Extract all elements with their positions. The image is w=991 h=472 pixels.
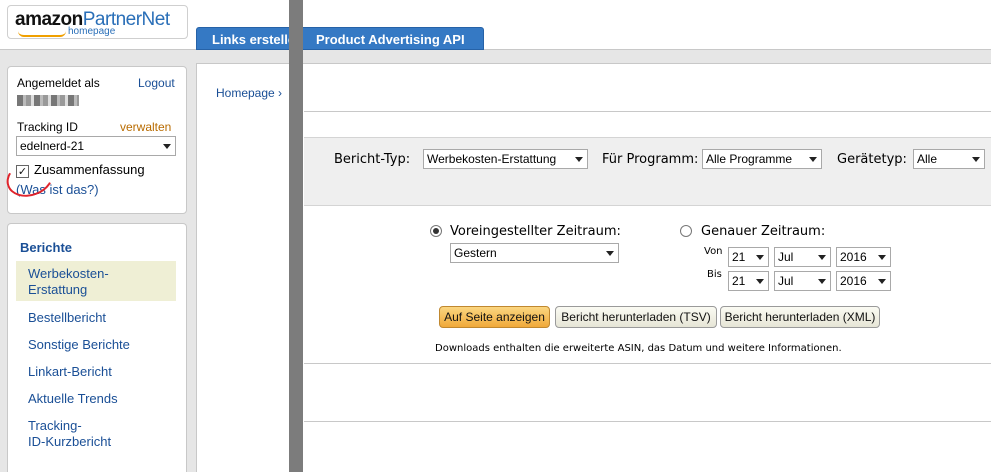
- chevron-down-icon: [818, 279, 826, 284]
- to-day-select[interactable]: 21: [728, 271, 769, 291]
- logo-homepage-text: homepage: [68, 26, 116, 37]
- chevron-down-icon: [878, 255, 886, 260]
- from-month-select[interactable]: Jul: [774, 247, 831, 267]
- amazon-smile-icon: [18, 31, 66, 37]
- program-label: Für Programm:: [602, 152, 699, 167]
- program-select[interactable]: Alle Programme: [702, 149, 822, 169]
- download-note: Downloads enthalten die erweiterte ASIN,…: [435, 343, 842, 354]
- account-panel: Angemeldet als Logout Tracking ID verwal…: [1, 66, 187, 214]
- chevron-down-icon: [809, 157, 817, 162]
- report-type-label: Bericht-Typ:: [334, 152, 411, 167]
- tab-product-advertising-api[interactable]: Product Advertising API: [300, 27, 484, 50]
- logged-in-label: Angemeldet als: [17, 76, 100, 90]
- preset-period-radio[interactable]: [430, 225, 442, 237]
- report-type-select[interactable]: Werbekosten-Erstattung: [423, 149, 588, 169]
- tracking-id-label: Tracking ID: [17, 120, 78, 134]
- breadcrumb[interactable]: Homepage ›: [216, 86, 282, 100]
- device-type-label: Gerätetyp:: [837, 152, 907, 167]
- from-label: Von: [704, 246, 723, 257]
- device-type-select[interactable]: Alle: [913, 149, 985, 169]
- download-tsv-button[interactable]: Bericht herunterladen (TSV): [555, 306, 717, 328]
- tracking-id-select[interactable]: edelnerd-21: [16, 136, 176, 156]
- main-content: [196, 63, 991, 472]
- sidebar-item-sonstige-berichte[interactable]: Sonstige Berichte: [16, 337, 176, 353]
- reports-title: Berichte: [20, 240, 73, 255]
- tab-links-erstellen[interactable]: Links erstellen: [196, 27, 296, 50]
- to-label: Bis: [707, 269, 722, 280]
- to-month-select[interactable]: Jul: [774, 271, 831, 291]
- chevron-down-icon: [818, 255, 826, 260]
- preset-period-label: Voreingestellter Zeitraum:: [450, 224, 621, 239]
- divider: [304, 421, 991, 422]
- logout-link[interactable]: Logout: [138, 76, 175, 90]
- chevron-down-icon: [756, 279, 764, 284]
- report-filter-bar: [304, 137, 991, 206]
- download-xml-button[interactable]: Bericht herunterladen (XML): [720, 306, 880, 328]
- from-day-select[interactable]: 21: [728, 247, 769, 267]
- username-redacted: [17, 95, 79, 106]
- chevron-down-icon: [756, 255, 764, 260]
- window-edge-overlay: [289, 0, 303, 472]
- sidebar-item-aktuelle-trends[interactable]: Aktuelle Trends: [16, 391, 176, 407]
- chevron-down-icon: [878, 279, 886, 284]
- divider: [304, 111, 991, 112]
- tracking-manage-link[interactable]: verwalten: [120, 120, 171, 134]
- reports-panel: Berichte Werbekosten- Erstattung Bestell…: [7, 223, 187, 472]
- show-on-page-button[interactable]: Auf Seite anzeigen: [439, 306, 550, 328]
- header: amazonPartnerNet homepage: [0, 0, 991, 50]
- chevron-down-icon: [972, 157, 980, 162]
- sidebar-item-tracking-id-kurzbericht[interactable]: Tracking- ID-Kurzbericht: [16, 418, 176, 450]
- sidebar-item-werbekosten-erstattung[interactable]: Werbekosten- Erstattung: [16, 261, 176, 301]
- exact-period-label: Genauer Zeitraum:: [701, 224, 826, 239]
- chevron-down-icon: [575, 157, 583, 162]
- tracking-id-value: edelnerd-21: [20, 139, 85, 153]
- chevron-down-icon: [606, 251, 614, 256]
- amazon-partnernet-logo[interactable]: amazonPartnerNet homepage: [7, 5, 188, 39]
- divider: [304, 363, 991, 364]
- exact-period-radio[interactable]: [680, 225, 692, 237]
- preset-period-select[interactable]: Gestern: [450, 243, 619, 263]
- sidebar-item-linkart-bericht[interactable]: Linkart-Bericht: [16, 364, 176, 380]
- to-year-select[interactable]: 2016: [836, 271, 891, 291]
- from-year-select[interactable]: 2016: [836, 247, 891, 267]
- chevron-down-icon: [163, 144, 171, 149]
- sidebar-item-bestellbericht[interactable]: Bestellbericht: [16, 310, 176, 326]
